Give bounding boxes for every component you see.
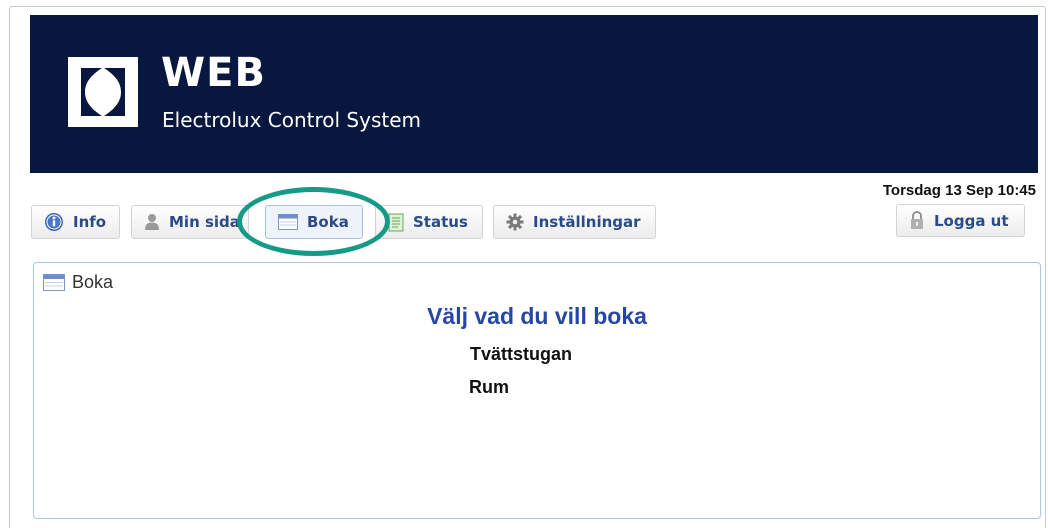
electrolux-logo-icon xyxy=(68,57,138,127)
electrolux-logo xyxy=(68,57,138,127)
nav-button-boka[interactable]: Boka xyxy=(265,205,363,239)
panel-title: Välj vad du vill boka xyxy=(427,303,647,329)
nav-label-installningar: Inställningar xyxy=(533,213,641,231)
nav-label-status: Status xyxy=(413,213,468,231)
info-circle-icon xyxy=(44,212,64,232)
gear-icon xyxy=(506,213,524,231)
nav-button-min-sida[interactable]: Min sida xyxy=(131,205,249,239)
brand-subtitle: Electrolux Control System xyxy=(162,108,422,132)
calendar-icon xyxy=(278,214,298,230)
panel-header-label: Boka xyxy=(72,272,114,292)
booking-option-tvattstugan[interactable]: Tvättstugan xyxy=(470,344,572,365)
booking-option-rum[interactable]: Rum xyxy=(469,377,509,398)
panel-header: Boka xyxy=(43,272,113,293)
nav-label-min-sida: Min sida xyxy=(169,213,240,231)
booking-panel: Boka Välj vad du vill boka Tvättstugan R… xyxy=(33,262,1041,519)
calendar-icon xyxy=(43,274,65,291)
datetime-label: Torsdag 13 Sep 10:45 xyxy=(882,182,1036,199)
nav-button-installningar[interactable]: Inställningar xyxy=(493,205,656,239)
document-icon xyxy=(388,213,404,232)
header-banner: WEB Electrolux Control System xyxy=(30,15,1038,173)
nav-label-info: Info xyxy=(73,213,107,231)
logout-button[interactable]: Logga ut xyxy=(896,204,1025,237)
padlock-icon xyxy=(909,211,925,230)
user-icon xyxy=(144,213,160,231)
nav-label-boka: Boka xyxy=(307,213,349,231)
brand-title: WEB xyxy=(161,50,266,96)
nav-button-status[interactable]: Status xyxy=(375,205,483,239)
logout-label: Logga ut xyxy=(934,211,1009,230)
nav-button-info[interactable]: Info xyxy=(31,205,120,239)
